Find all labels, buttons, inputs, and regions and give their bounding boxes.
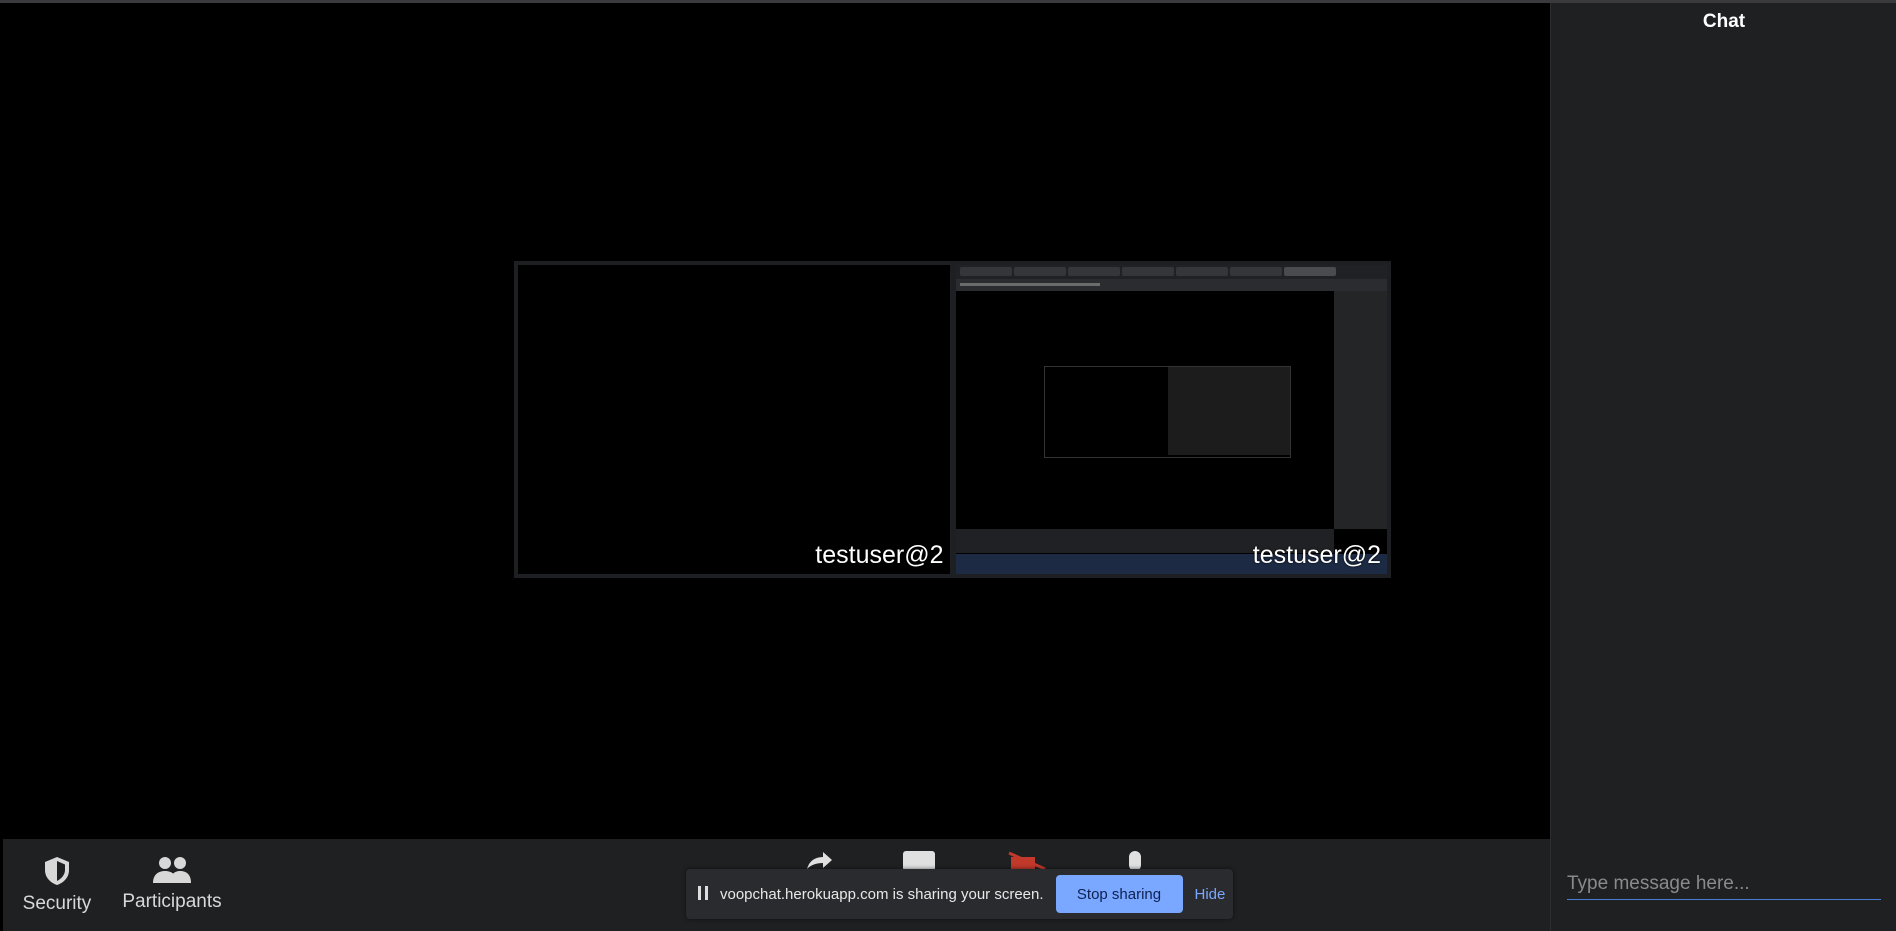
stop-sharing-button[interactable]: Stop sharing bbox=[1055, 875, 1183, 913]
participants-label: Participants bbox=[122, 891, 222, 912]
shared-screen-browser-tabs bbox=[955, 265, 1387, 279]
chat-panel: Chat bbox=[1550, 3, 1896, 931]
video-grid: testuser@2 testuser@2 bbox=[514, 261, 1391, 578]
microphone-icon[interactable] bbox=[1129, 851, 1141, 871]
participants-icon bbox=[153, 857, 191, 883]
chat-icon[interactable] bbox=[903, 851, 935, 871]
shared-screen-chat-panel bbox=[1333, 291, 1387, 529]
video-stage: testuser@2 testuser@2 bbox=[3, 3, 1550, 839]
chat-title: Chat bbox=[1702, 11, 1746, 32]
screen-share-banner: voopchat.herokuapp.com is sharing your s… bbox=[686, 869, 1233, 919]
participant-name: testuser@2 bbox=[815, 541, 944, 569]
shared-screen-stage bbox=[955, 291, 1334, 529]
video-off-icon[interactable] bbox=[1007, 851, 1046, 871]
share-status-text: voopchat.herokuapp.com is sharing your s… bbox=[720, 885, 1044, 903]
pause-icon[interactable] bbox=[698, 886, 712, 902]
shared-screen-nested-grid bbox=[1043, 366, 1291, 458]
video-tile-camera[interactable]: testuser@2 bbox=[518, 265, 950, 574]
shared-screen-address-bar bbox=[955, 279, 1387, 291]
participant-name: testuser@2 bbox=[1252, 541, 1381, 569]
shield-icon bbox=[45, 857, 69, 885]
hide-banner-link[interactable]: Hide bbox=[1195, 886, 1226, 903]
chat-message-input[interactable] bbox=[1567, 869, 1881, 900]
share-screen-icon[interactable] bbox=[803, 851, 833, 871]
video-tile-screen-share[interactable]: testuser@2 bbox=[955, 265, 1387, 574]
security-label: Security bbox=[22, 893, 92, 914]
participants-button[interactable]: Participants bbox=[118, 855, 226, 913]
security-button[interactable]: Security bbox=[21, 855, 93, 915]
